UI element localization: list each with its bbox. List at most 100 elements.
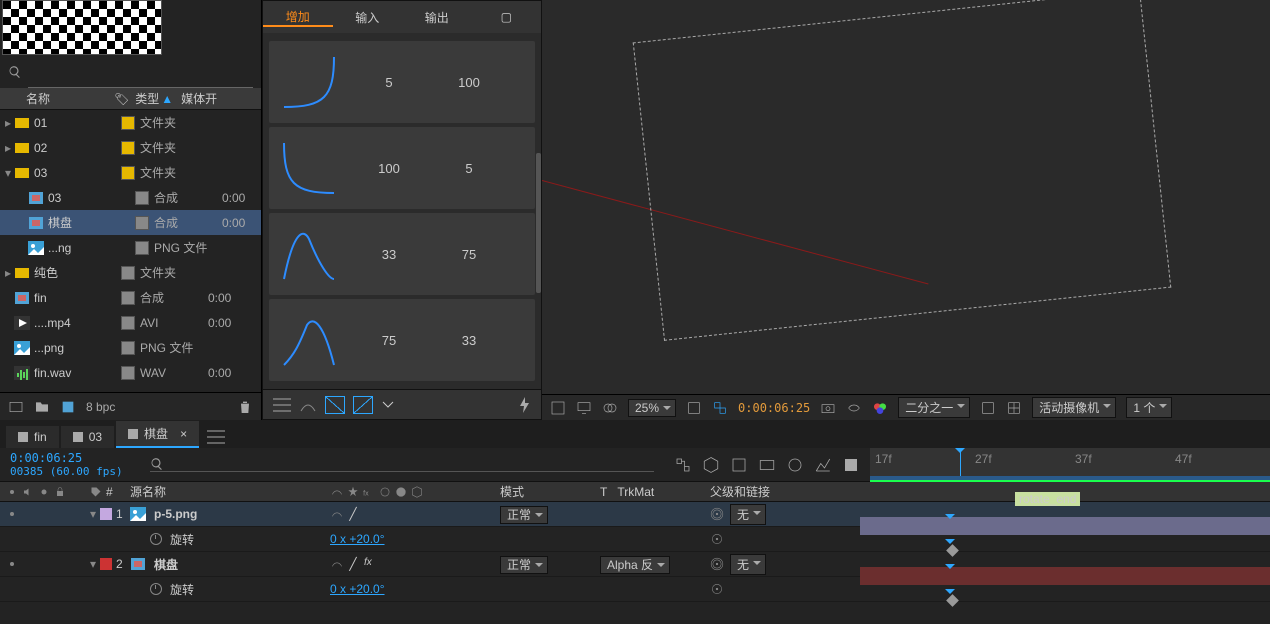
snapshot-icon[interactable] <box>820 400 836 416</box>
flash-icon[interactable] <box>517 397 531 413</box>
expand-caret[interactable]: ▾ <box>90 557 96 571</box>
resolution-dropdown[interactable]: 二分之一 <box>898 397 970 418</box>
tab-add[interactable]: 增加 <box>263 8 333 27</box>
col-type[interactable]: 类型 <box>135 90 159 107</box>
pickwhip-icon[interactable] <box>710 557 724 571</box>
timeline-frames[interactable]: 00385 (60.00 fps) <box>10 465 150 478</box>
layer-bounding-box[interactable] <box>633 0 1172 341</box>
eye-icon[interactable] <box>6 558 18 570</box>
label-swatch[interactable] <box>121 166 135 180</box>
expand-caret[interactable]: ▸ <box>2 116 14 130</box>
stopwatch-icon[interactable] <box>150 583 162 595</box>
composition-marker[interactable]: rotate_end <box>1015 492 1080 506</box>
property-value[interactable]: 0 x +20.0° <box>330 582 385 596</box>
parent-dropdown[interactable]: 无 <box>730 504 766 525</box>
layer-bar[interactable] <box>860 567 1270 585</box>
mode-box-1[interactable] <box>325 396 345 414</box>
project-item[interactable]: ...pngPNG 文件 <box>0 335 261 360</box>
timeline-timecode[interactable]: 0:00:06:25 <box>10 451 140 465</box>
easing-preset[interactable]: 5 100 <box>269 41 535 123</box>
composition-viewer[interactable]: 25% 0:00:06:25 二分之一 活动摄像机 1 个 <box>542 0 1270 420</box>
scrollbar[interactable] <box>536 153 541 293</box>
label-swatch[interactable] <box>121 316 135 330</box>
expand-caret[interactable]: ▸ <box>2 141 14 155</box>
tab-out[interactable]: 输出 <box>402 9 472 26</box>
region-icon[interactable] <box>980 400 996 416</box>
timeline-tab[interactable]: fin <box>6 426 59 448</box>
chevron-down-icon[interactable] <box>381 398 395 412</box>
camera-dropdown[interactable]: 活动摄像机 <box>1032 397 1116 418</box>
easing-preset[interactable]: 33 75 <box>269 213 535 295</box>
viewer-timecode[interactable]: 0:00:06:25 <box>738 401 810 415</box>
label-swatch[interactable] <box>121 341 135 355</box>
timeline-search-input[interactable] <box>164 457 654 471</box>
layer-bar[interactable] <box>860 517 1270 535</box>
trash-icon[interactable] <box>237 399 253 415</box>
views-dropdown[interactable]: 1 个 <box>1126 397 1172 418</box>
project-item[interactable]: fin.wavWAV0:00 <box>0 360 261 385</box>
label-swatch[interactable] <box>121 266 135 280</box>
label-icon[interactable] <box>90 486 102 498</box>
shy-icon[interactable] <box>730 456 748 474</box>
trkmat-dropdown[interactable]: Alpha 反 <box>600 556 670 574</box>
layer-swatch[interactable] <box>100 508 112 520</box>
col-media[interactable]: 媒体开 <box>181 90 217 107</box>
bpc-toggle[interactable]: 8 bpc <box>86 400 115 414</box>
pickwhip-icon[interactable] <box>710 582 724 596</box>
shy-switch[interactable] <box>330 557 344 571</box>
shy-switch[interactable] <box>330 507 344 521</box>
pickwhip-icon[interactable] <box>710 507 724 521</box>
interpret-footage-icon[interactable] <box>8 399 24 415</box>
project-item[interactable]: ...ngPNG 文件 <box>0 235 261 260</box>
eye-icon[interactable] <box>6 508 18 520</box>
tab-box[interactable]: ▢ <box>472 10 542 24</box>
quality-switch[interactable]: ╱ <box>346 557 360 571</box>
mask-icon[interactable] <box>602 400 618 416</box>
project-item[interactable]: ....mp4AVI0:00 <box>0 310 261 335</box>
project-item[interactable]: fin合成0:00 <box>0 285 261 310</box>
label-swatch[interactable] <box>135 216 149 230</box>
motion-blur-icon[interactable] <box>786 456 804 474</box>
col-trkmat[interactable]: TrkMat <box>617 485 654 499</box>
project-item[interactable]: 03合成0:00 <box>0 185 261 210</box>
menu-icon[interactable] <box>273 398 291 412</box>
easing-preset[interactable]: 75 33 <box>269 299 535 381</box>
easing-preset[interactable]: 100 5 <box>269 127 535 209</box>
speaker-icon[interactable] <box>22 486 34 498</box>
tab-in[interactable]: 输入 <box>333 9 403 26</box>
col-source[interactable]: 源名称 <box>130 483 166 500</box>
frame-blend-icon[interactable] <box>758 456 776 474</box>
mode-box-2[interactable] <box>353 396 373 414</box>
solo-icon[interactable] <box>38 486 50 498</box>
property-value[interactable]: 0 x +20.0° <box>330 532 385 546</box>
expand-caret[interactable]: ▾ <box>2 166 14 180</box>
expand-caret[interactable]: ▸ <box>2 266 14 280</box>
label-swatch[interactable] <box>121 366 135 380</box>
project-item[interactable]: ▸01文件夹 <box>0 110 261 135</box>
comp-flowchart-icon[interactable] <box>674 456 692 474</box>
color-mgmt-icon[interactable] <box>872 400 888 416</box>
tabs-menu-icon[interactable] <box>207 430 225 444</box>
blend-mode-dropdown[interactable]: 正常 <box>500 556 548 574</box>
layer-row[interactable]: ▾2 棋盘 ╱fx 正常 Alpha 反 无 <box>0 552 1270 577</box>
col-parent[interactable]: 父级和链接 <box>710 483 770 500</box>
col-name[interactable]: 名称 <box>4 90 114 107</box>
layer-swatch[interactable] <box>100 558 112 570</box>
close-icon[interactable]: × <box>180 427 187 441</box>
project-item[interactable]: 棋盘合成0:00 <box>0 210 261 235</box>
col-t[interactable]: T <box>600 485 607 499</box>
show-snapshot-icon[interactable] <box>846 400 862 416</box>
toggle-switches-icon[interactable] <box>842 456 860 474</box>
project-item[interactable]: ▸02文件夹 <box>0 135 261 160</box>
timeline-tab[interactable]: 03 <box>61 426 114 448</box>
new-comp-icon[interactable] <box>60 399 76 415</box>
tag-icon[interactable]: 🏷 <box>114 92 129 106</box>
time-ruler[interactable]: 17f27f37f47f <box>870 448 1270 482</box>
quality-switch[interactable]: ╱ <box>346 507 360 521</box>
guides-icon[interactable] <box>1006 400 1022 416</box>
transparency-grid-icon[interactable] <box>712 400 728 416</box>
safe-zones-icon[interactable] <box>686 400 702 416</box>
sort-ascending-icon[interactable]: ▲ <box>161 92 173 106</box>
zoom-dropdown[interactable]: 25% <box>628 399 676 417</box>
col-mode[interactable]: 模式 <box>500 485 524 499</box>
